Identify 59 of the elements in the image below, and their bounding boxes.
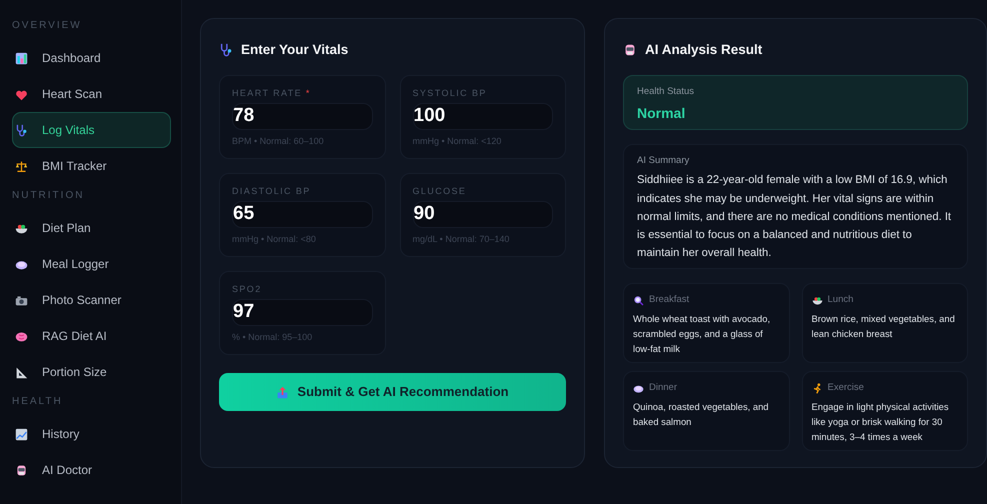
- nav-item[interactable]: RAG Diet AI: [12, 318, 171, 354]
- nav-item[interactable]: Log Vitals: [12, 112, 171, 148]
- input-field[interactable]: 65: [232, 201, 372, 228]
- plan-title: Lunch: [828, 293, 854, 308]
- line-chart-icon: [15, 428, 28, 440]
- scale-icon: [15, 160, 28, 172]
- summary-label: AI Summary: [637, 154, 690, 168]
- magnifier-icon: [633, 295, 644, 306]
- input-field[interactable]: 100: [412, 103, 553, 130]
- nav-item[interactable]: Photo Scanner: [12, 282, 171, 318]
- brain-icon: [15, 330, 28, 342]
- stethoscope-icon: [219, 43, 233, 57]
- submit-button[interactable]: Submit & Get AI Recommendation: [219, 373, 566, 411]
- robot-icon: [15, 464, 28, 476]
- nav-item[interactable]: Heart Scan: [12, 76, 171, 112]
- section-heading: OVERVIEW: [12, 19, 83, 33]
- status-value: Normal: [637, 104, 686, 124]
- camera-icon: [15, 294, 28, 306]
- field-label: HEART RATE *: [232, 87, 312, 100]
- nav-item[interactable]: Dashboard: [12, 40, 171, 76]
- plan-text: Whole wheat toast with avocado, scrambled eggs, and a glass of low-fat milk: [633, 312, 772, 356]
- section-heading: HEALTH: [12, 395, 64, 409]
- plan-title: Exercise: [828, 381, 864, 396]
- salad-bowl-icon: [812, 295, 822, 306]
- nav-item[interactable]: BMI Tracker: [12, 148, 171, 184]
- panel-title: Enter Your Vitals: [241, 40, 348, 59]
- robot-icon: [623, 43, 637, 57]
- plan-text: Quinoa, roasted vegetables, and baked salmon: [633, 400, 770, 429]
- panel-title: AI Analysis Result: [645, 40, 762, 59]
- stethoscope-icon: [15, 124, 28, 136]
- field-hint: mg/dL • Normal: 70–140: [412, 233, 510, 246]
- field-label: SYSTOLIC BP: [412, 87, 488, 100]
- nav-item[interactable]: Meal Logger: [12, 246, 171, 282]
- upload-icon: [276, 386, 290, 398]
- nav-item[interactable]: Diet Plan: [12, 210, 171, 246]
- plan-title: Breakfast: [649, 293, 690, 308]
- field-hint: mmHg • Normal: <120: [412, 135, 502, 148]
- field-label: SPO2: [232, 283, 263, 296]
- summary-text: Siddhiiee is a 22-year-old female with a low BMI of 16.9, which indicates she may be underweight. Her vital signs are within normal limits, and there are no medical conditions mentioned. It is essential to focus on a balanced and nutritious diet to maintain her overall health.: [637, 173, 952, 262]
- nav-item[interactable]: Portion Size: [12, 354, 171, 390]
- field-label: DIASTOLIC BP: [232, 185, 312, 198]
- runner-icon: [812, 383, 822, 394]
- plan-text: Brown rice, mixed vegetables, and lean chicken breast: [812, 312, 956, 341]
- input-field[interactable]: 90: [412, 201, 553, 228]
- triangle-ruler-icon: [15, 366, 28, 378]
- field-hint: mmHg • Normal: <80: [232, 233, 317, 246]
- nav-item[interactable]: History: [12, 416, 171, 452]
- field-label: GLUCOSE: [412, 185, 468, 198]
- input-field[interactable]: 97: [232, 299, 372, 326]
- input-field[interactable]: 78: [232, 103, 372, 130]
- chart-icon: [15, 52, 28, 64]
- section-heading: NUTRITION: [12, 189, 86, 203]
- status-label: Health Status: [637, 85, 696, 99]
- plate-icon: [633, 383, 644, 394]
- plan-text: Engage in light physical activities like yoga or brisk walking for 30 minutes, 3–4 times a week: [812, 400, 950, 444]
- field-hint: BPM • Normal: 60–100: [232, 135, 325, 148]
- field-hint: % • Normal: 95–100: [232, 331, 314, 344]
- nav-item[interactable]: AI Doctor: [12, 452, 171, 488]
- plan-title: Dinner: [649, 381, 677, 396]
